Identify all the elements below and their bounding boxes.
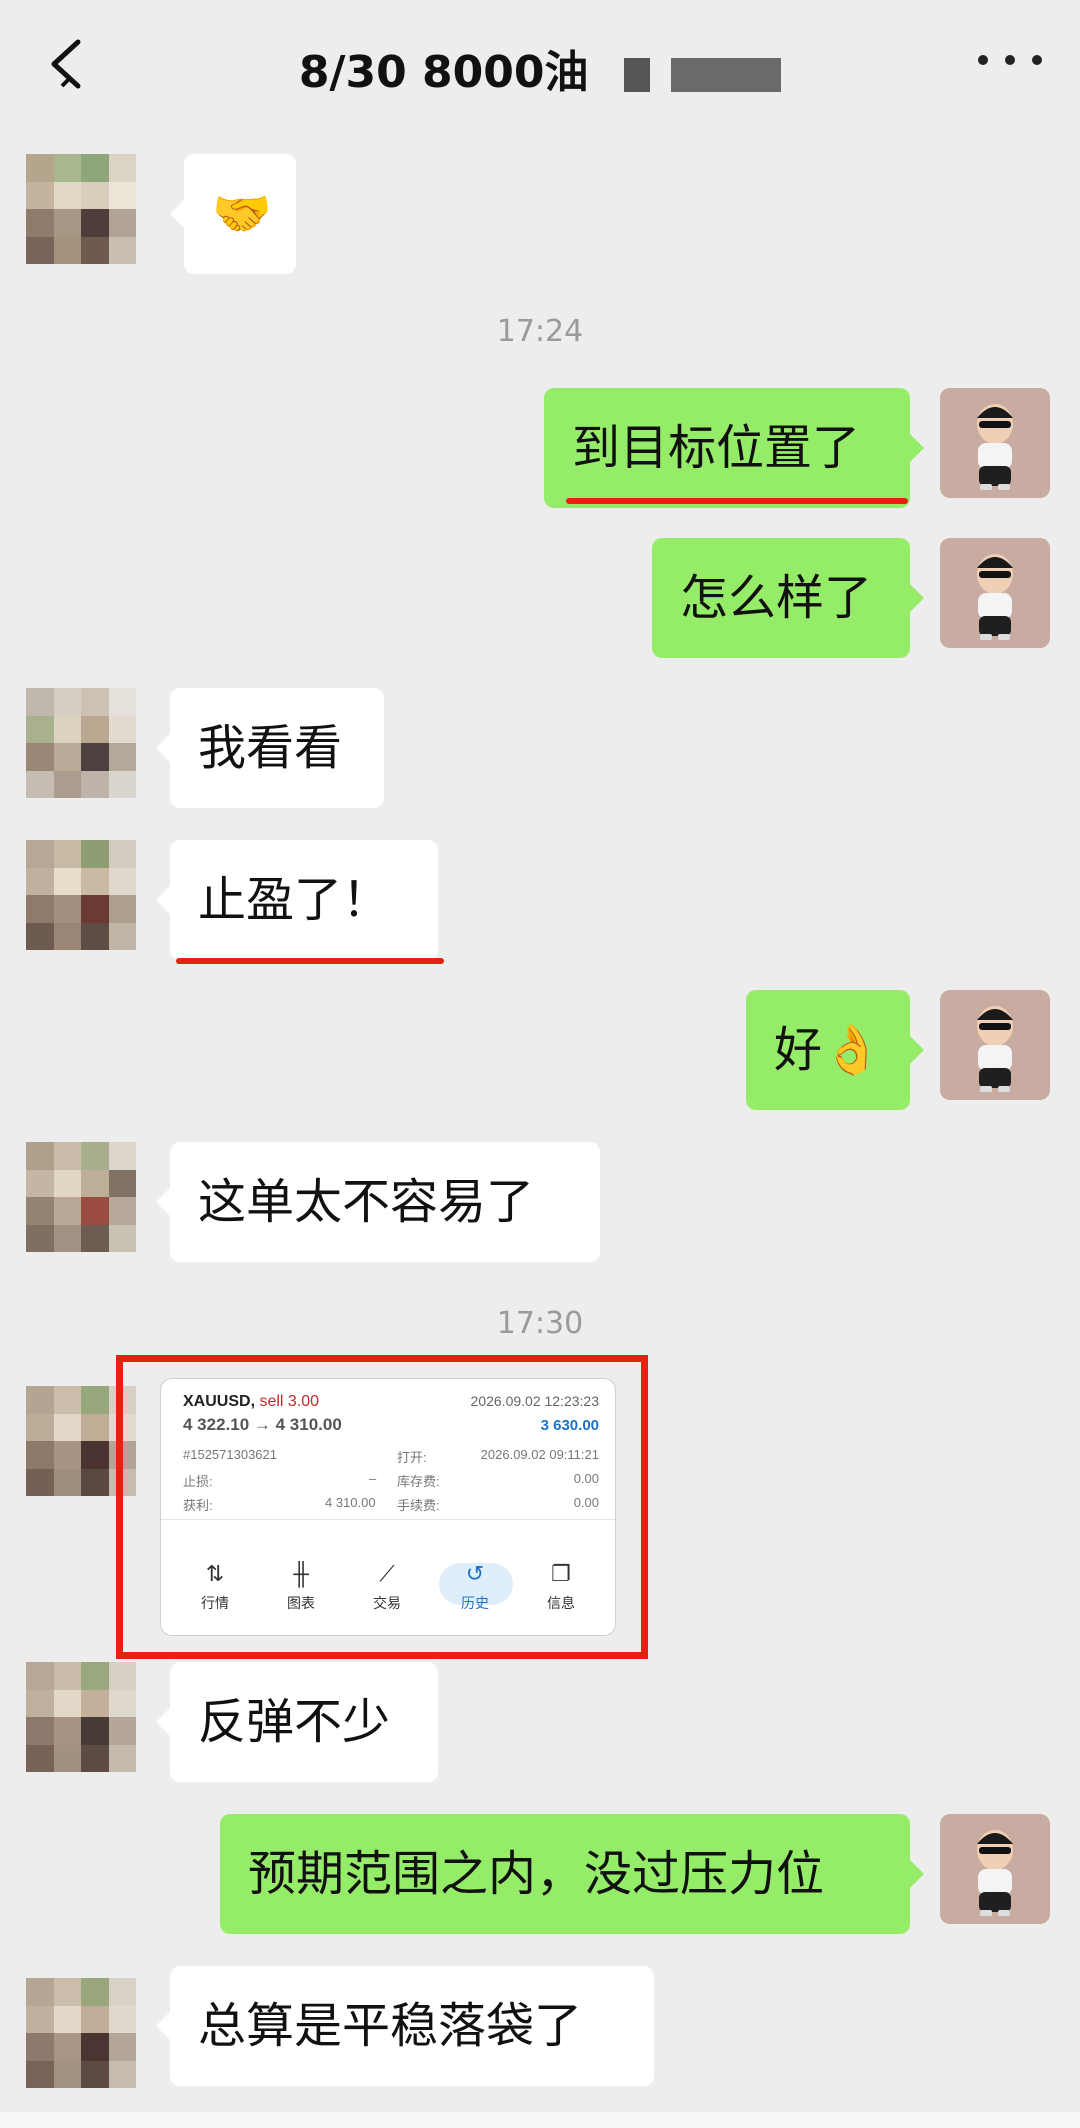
message-text: 总算是平稳落袋了: [198, 1998, 583, 2054]
contact-avatar[interactable]: [26, 840, 136, 950]
timestamp: 17:30: [496, 1306, 584, 1341]
message-bubble[interactable]: 好👌: [746, 990, 924, 1110]
timestamp: 17:24: [496, 314, 584, 349]
red-underline-annotation: [176, 958, 444, 964]
message-text: 怎么样了: [680, 570, 873, 626]
self-avatar[interactable]: [940, 990, 1050, 1100]
self-avatar[interactable]: [940, 1814, 1050, 1924]
message-text: 好👌: [774, 1022, 882, 1078]
message-bubble[interactable]: 🤝: [170, 154, 296, 274]
redaction-mask: [623, 58, 650, 92]
red-highlight-box: [116, 1355, 648, 1659]
message-bubble[interactable]: 我看看: [156, 688, 384, 808]
handshake-emoji: 🤝: [212, 186, 272, 242]
chat-title-text: 8/30 8000油: [298, 47, 589, 98]
message-text: 到目标位置了: [572, 420, 861, 476]
self-avatar[interactable]: [940, 538, 1050, 648]
contact-avatar[interactable]: [26, 154, 136, 264]
message-text: 反弹不少: [198, 1694, 391, 1750]
message-bubble[interactable]: 预期范围之内，没过压力位: [220, 1814, 924, 1934]
red-underline-annotation: [566, 498, 908, 504]
message-bubble[interactable]: 怎么样了: [652, 538, 924, 658]
message-bubble[interactable]: 这单太不容易了: [156, 1142, 600, 1262]
contact-avatar[interactable]: [26, 688, 136, 798]
input-bar-edge: [0, 2112, 1080, 2128]
message-bubble[interactable]: 总算是平稳落袋了: [156, 1966, 654, 2086]
message-text: 这单太不容易了: [198, 1174, 535, 1230]
more-options-button[interactable]: [978, 44, 1042, 74]
redaction-mask: [671, 58, 782, 92]
chat-header: 8/30 8000油: [0, 0, 1080, 126]
contact-avatar[interactable]: [26, 1662, 136, 1772]
chat-title: 8/30 8000油: [0, 36, 1080, 100]
message-bubble[interactable]: 止盈了！: [156, 840, 438, 960]
contact-avatar[interactable]: [26, 1142, 136, 1252]
message-text: 预期范围之内，没过压力位: [248, 1846, 825, 1902]
message-bubble[interactable]: 到目标位置了: [544, 388, 924, 508]
self-avatar[interactable]: [940, 388, 1050, 498]
message-bubble[interactable]: 反弹不少: [156, 1662, 438, 1782]
message-text: 止盈了！: [198, 872, 391, 928]
message-text: 我看看: [198, 720, 343, 776]
contact-avatar[interactable]: [26, 1978, 136, 2088]
